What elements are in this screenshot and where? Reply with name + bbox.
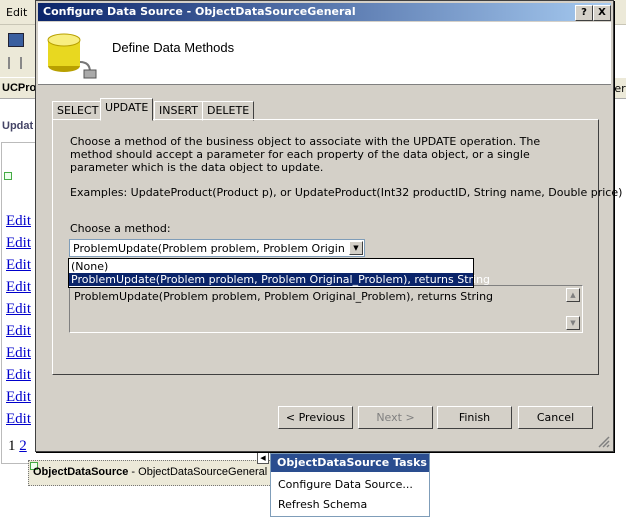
edit-link[interactable]: Edit — [6, 323, 31, 340]
dialog-titlebar[interactable]: Configure Data Source - ObjectDataSource… — [38, 3, 611, 21]
edit-link[interactable]: Edit — [6, 345, 31, 362]
scroll-up-icon[interactable]: ▲ — [566, 288, 580, 302]
examples-text: Examples: UpdateProduct(Product p), or U… — [70, 186, 623, 199]
smart-tag-glyph-icon — [4, 172, 12, 180]
tab-insert[interactable]: INSERT — [154, 101, 203, 121]
dialog-title: Configure Data Source - ObjectDataSource… — [43, 5, 356, 18]
previous-button[interactable]: < Previous — [278, 406, 353, 429]
next-button[interactable]: Next > — [358, 406, 433, 429]
method-description: Choose a method of the business object t… — [70, 135, 541, 174]
tasks-panel-title: ObjectDataSource Tasks — [271, 454, 429, 472]
header-title: Define Data Methods — [112, 40, 235, 55]
configure-data-source-link[interactable]: Configure Data Source... — [278, 478, 413, 491]
edit-link[interactable]: Edit — [6, 367, 31, 384]
edit-link[interactable]: Edit — [6, 411, 31, 428]
pager-page-2[interactable]: 2 — [19, 438, 27, 454]
configure-data-source-dialog: Configure Data Source - ObjectDataSource… — [35, 0, 623, 452]
chevron-down-icon[interactable]: ▼ — [349, 241, 363, 255]
finish-button[interactable]: Finish — [437, 406, 512, 429]
database-icon — [47, 33, 97, 79]
edit-link[interactable]: Edit — [6, 257, 31, 274]
refresh-schema-link[interactable]: Refresh Schema — [278, 498, 367, 511]
choose-method-label: Choose a method: — [70, 222, 171, 235]
tab-select[interactable]: SELECT — [52, 101, 104, 121]
edit-link[interactable]: Edit — [6, 389, 31, 406]
pager-page-1: 1 — [8, 438, 16, 454]
update-label: Updat — [2, 120, 34, 132]
arrow-left-icon[interactable]: ◀ — [257, 452, 269, 464]
edit-link[interactable]: Edit — [6, 279, 31, 296]
tasks-panel: ObjectDataSource Tasks Configure Data So… — [270, 453, 430, 517]
help-button[interactable]: ? — [575, 5, 593, 21]
cancel-button[interactable]: Cancel — [518, 406, 593, 429]
document-tab-left[interactable]: UCPro — [2, 82, 36, 94]
edit-link[interactable]: Edit — [6, 301, 31, 318]
method-signature: ProblemUpdate(Problem problem, Problem O… — [74, 290, 494, 303]
resize-grip-icon[interactable] — [596, 434, 610, 448]
scroll-down-icon[interactable]: ▼ — [566, 316, 580, 330]
pager: 1 2 — [8, 438, 27, 455]
dropdown-option-none[interactable]: (None) — [69, 260, 473, 273]
tab-update[interactable]: UPDATE — [100, 98, 154, 121]
method-dropdown-list: (None) ProblemUpdate(Problem problem, Pr… — [68, 258, 490, 288]
ide-toolbar — [0, 25, 40, 77]
tab-delete[interactable]: DELETE — [202, 101, 255, 121]
align-icon[interactable] — [8, 57, 22, 69]
dropdown-option-problemupdate[interactable]: ProblemUpdate(Problem problem, Problem O… — [69, 273, 490, 286]
edit-link[interactable]: Edit — [6, 213, 31, 230]
dialog-header: Define Data Methods — [38, 22, 611, 85]
method-select[interactable]: ProblemUpdate(Problem problem, Problem O… — [69, 239, 365, 257]
close-button[interactable]: X — [593, 5, 611, 21]
edit-link[interactable]: Edit — [6, 235, 31, 252]
method-select-value: ProblemUpdate(Problem problem, Problem O… — [73, 242, 345, 255]
method-signature-box: ProblemUpdate(Problem problem, Problem O… — [69, 285, 583, 333]
menu-edit[interactable]: Edit — [6, 6, 27, 19]
objectdatasource-label: ObjectDataSource - ObjectDataSourceGener… — [33, 466, 268, 478]
save-icon[interactable] — [8, 33, 24, 47]
